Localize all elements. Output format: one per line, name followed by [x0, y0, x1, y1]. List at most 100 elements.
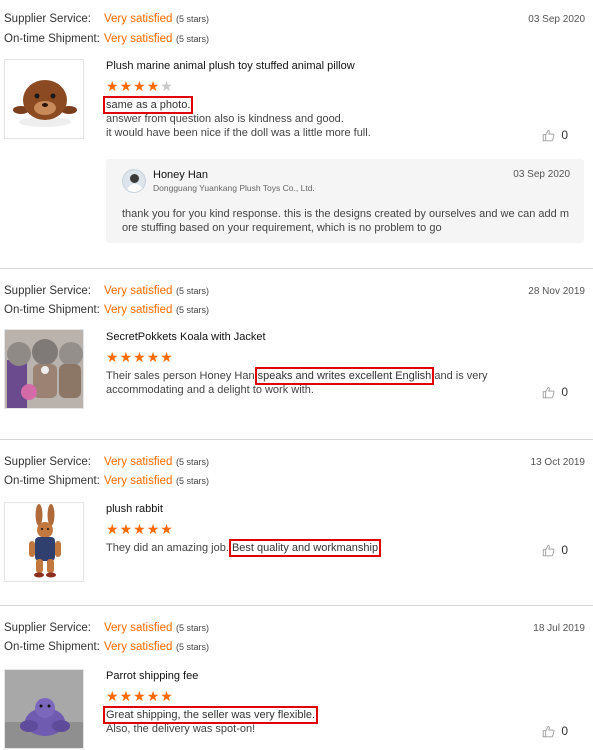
- ontime-shipment-stars: (5 stars): [176, 476, 210, 486]
- supplier-service-stars: (5 stars): [176, 286, 210, 296]
- star-icon: ★: [146, 688, 161, 704]
- ontime-shipment-row: On-time Shipment: Very satisfied (5 star…: [4, 638, 209, 656]
- supplier-service-stars: (5 stars): [176, 457, 210, 467]
- ontime-shipment-row: On-time Shipment: Very satisfied (5 star…: [4, 472, 209, 490]
- koala-plush-image[interactable]: [4, 329, 84, 409]
- review-content: Parrot shipping fee ★★★★★ Great shipping…: [102, 669, 496, 736]
- ontime-shipment-rating: Very satisfied: [104, 475, 173, 487]
- reply-author-name: Honey Han: [153, 169, 209, 181]
- review-text: Great shipping, the seller was very flex…: [102, 706, 496, 736]
- ontime-shipment-row: On-time Shipment: Very satisfied (5 star…: [4, 301, 209, 319]
- star-icon: ★: [146, 78, 161, 94]
- product-title[interactable]: plush rabbit: [106, 502, 496, 516]
- star-icon: ★: [119, 688, 134, 704]
- supplier-service-row: Supplier Service: Very satisfied (5 star…: [4, 282, 209, 300]
- rabbit-plush-image[interactable]: [4, 502, 84, 582]
- ontime-shipment-rating: Very satisfied: [104, 641, 173, 653]
- avatar: [122, 169, 146, 193]
- star-icon: ★: [160, 521, 174, 537]
- star-icon: ★: [146, 349, 161, 365]
- ontime-shipment-rating: Very satisfied: [104, 33, 173, 45]
- ontime-shipment-label: On-time Shipment:: [4, 33, 100, 45]
- star-icon: ★: [119, 521, 134, 537]
- ontime-shipment-stars: (5 stars): [176, 642, 210, 652]
- ontime-shipment-label: On-time Shipment:: [4, 641, 100, 653]
- review-card: Supplier Service: Very satisfied (5 star…: [0, 0, 593, 268]
- supplier-service-row: Supplier Service: Very satisfied (5 star…: [4, 453, 209, 471]
- like-count: 0: [561, 385, 568, 399]
- ontime-shipment-stars: (5 stars): [176, 34, 210, 44]
- brown-seal-plush-image[interactable]: [4, 59, 84, 139]
- review-text-before: They did an amazing job.: [106, 542, 232, 554]
- highlighted-text: Great shipping, the seller was very flex…: [102, 706, 319, 724]
- reply-author: Honey Han Dongguang Yuankang Plush Toys …: [153, 169, 315, 193]
- review-content: Plush marine animal plush toy stuffed an…: [102, 59, 496, 140]
- supplier-service-rating: Very satisfied: [104, 456, 173, 468]
- star-icon: ★: [133, 78, 147, 94]
- ontime-shipment-row: On-time Shipment: Very satisfied (5 star…: [4, 30, 209, 48]
- like-count: 0: [561, 724, 568, 738]
- review-content: SecretPokkets Koala with Jacket ★★★★★ Th…: [106, 330, 496, 397]
- star-rating: ★★★★★: [106, 79, 496, 94]
- thumbs-up-icon: [543, 386, 555, 398]
- supplier-service-label: Supplier Service:: [4, 622, 91, 634]
- reply-date: 03 Sep 2020: [513, 169, 570, 180]
- review-content: plush rabbit ★★★★★ They did an amazing j…: [106, 502, 496, 557]
- reply-header: Honey Han Dongguang Yuankang Plush Toys …: [122, 169, 570, 197]
- thumbs-up-icon: [543, 544, 555, 556]
- highlighted-text: same as a photo.: [102, 96, 194, 114]
- review-date: 13 Oct 2019: [530, 457, 585, 468]
- review-date: 28 Nov 2019: [528, 286, 585, 297]
- like-button[interactable]: 0: [542, 128, 568, 142]
- seller-reply: Honey Han Dongguang Yuankang Plush Toys …: [106, 159, 584, 243]
- highlighted-text: Best quality and workmanship: [228, 539, 382, 557]
- ontime-shipment-rating: Very satisfied: [104, 304, 173, 316]
- supplier-service-label: Supplier Service:: [4, 13, 91, 25]
- star-icon: ★: [133, 349, 147, 365]
- star-icon: ★: [119, 349, 134, 365]
- review-line: answer from question also is kindness an…: [106, 113, 344, 125]
- star-icon: ★: [146, 521, 161, 537]
- ontime-shipment-label: On-time Shipment:: [4, 304, 100, 316]
- review-text-before: Their sales person Honey Han: [106, 370, 258, 382]
- review-card: Supplier Service: Very satisfied (5 star…: [0, 606, 593, 750]
- supplier-service-row: Supplier Service: Very satisfied (5 star…: [4, 10, 209, 28]
- supplier-service-stars: (5 stars): [176, 623, 210, 633]
- like-button[interactable]: 0: [542, 543, 568, 557]
- like-count: 0: [561, 128, 568, 142]
- thumbs-up-icon: [543, 725, 555, 737]
- star-icon: ★: [106, 688, 120, 704]
- thumbs-up-icon: [543, 129, 555, 141]
- star-icon: ★: [106, 521, 120, 537]
- supplier-service-rating: Very satisfied: [104, 285, 173, 297]
- star-rating: ★★★★★: [106, 522, 496, 537]
- star-icon: ★: [160, 349, 174, 365]
- like-button[interactable]: 0: [542, 385, 568, 399]
- like-count: 0: [561, 543, 568, 557]
- star-icon: ★: [119, 78, 134, 94]
- purple-plush-image[interactable]: [4, 669, 84, 749]
- review-line: it would have been nice if the doll was …: [106, 127, 371, 139]
- supplier-service-label: Supplier Service:: [4, 456, 91, 468]
- star-icon: ★: [133, 521, 147, 537]
- supplier-service-label: Supplier Service:: [4, 285, 91, 297]
- supplier-service-rating: Very satisfied: [104, 622, 173, 634]
- reply-author-company: Dongguang Yuankang Plush Toys Co., Ltd.: [153, 183, 315, 193]
- product-title[interactable]: SecretPokkets Koala with Jacket: [106, 330, 496, 344]
- star-rating: ★★★★★: [106, 689, 496, 704]
- review-line: Also, the delivery was spot-on!: [106, 723, 256, 735]
- review-card: Supplier Service: Very satisfied (5 star…: [0, 269, 593, 439]
- review-text: They did an amazing job. Best quality an…: [106, 539, 496, 557]
- star-empty-icon: ★: [160, 78, 174, 94]
- star-icon: ★: [160, 688, 174, 704]
- ontime-shipment-label: On-time Shipment:: [4, 475, 100, 487]
- review-text: same as a photo. answer from question al…: [102, 96, 496, 140]
- like-button[interactable]: 0: [542, 724, 568, 738]
- review-date: 18 Jul 2019: [533, 623, 585, 634]
- product-title[interactable]: Parrot shipping fee: [106, 669, 496, 683]
- reply-text: thank you for you kind response. this is…: [122, 208, 569, 234]
- star-icon: ★: [106, 349, 120, 365]
- product-title[interactable]: Plush marine animal plush toy stuffed an…: [106, 59, 496, 73]
- review-card: Supplier Service: Very satisfied (5 star…: [0, 440, 593, 605]
- star-icon: ★: [133, 688, 147, 704]
